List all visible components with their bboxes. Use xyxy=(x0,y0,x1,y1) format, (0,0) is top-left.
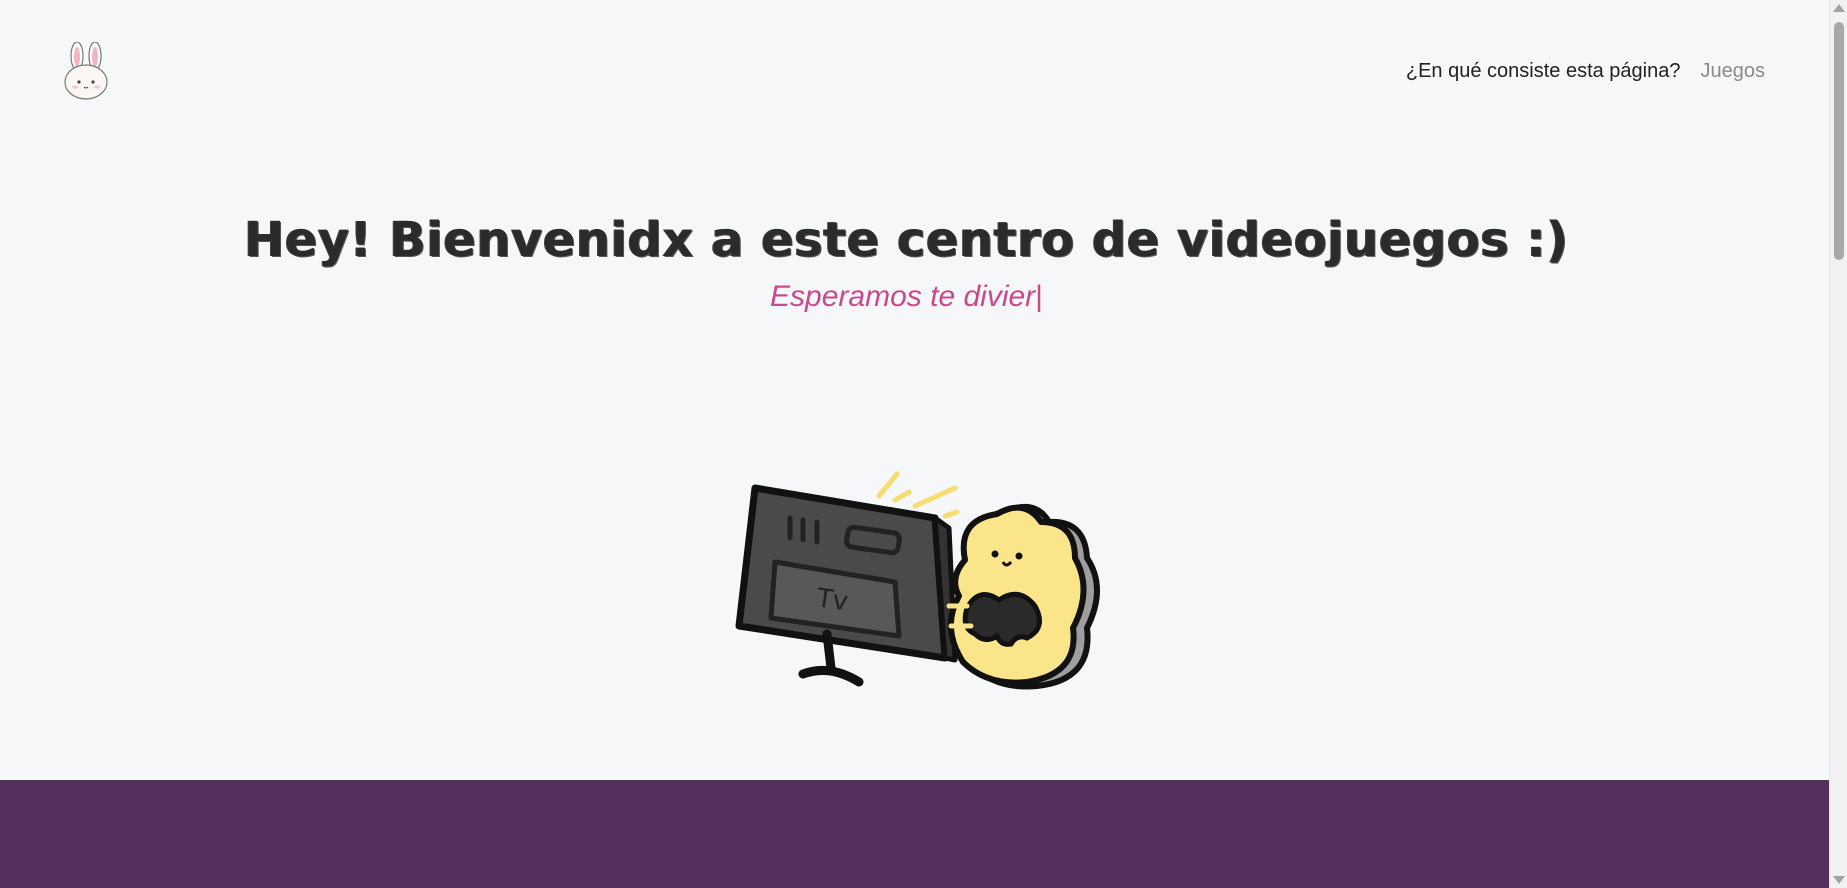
footer-band xyxy=(0,780,1829,888)
scrollbar-thumb[interactable] xyxy=(1834,22,1844,260)
tv-and-gamer-illustration: Tv xyxy=(735,471,1100,690)
tv-icon: Tv xyxy=(735,484,958,687)
page: ¿En qué consiste esta página? Juegos Hey… xyxy=(0,0,1847,888)
typing-caret: | xyxy=(1035,280,1043,313)
scroll-down-arrow-icon[interactable] xyxy=(1833,876,1845,884)
bunny-logo-icon[interactable] xyxy=(62,42,110,100)
scroll-up-arrow-icon[interactable] xyxy=(1833,4,1845,12)
main-nav: ¿En qué consiste esta página? Juegos xyxy=(1406,60,1765,83)
hero-subtitle: Esperamos te divier xyxy=(770,280,1036,313)
nav-link-games[interactable]: Juegos xyxy=(1701,60,1766,83)
gamer-creature-icon xyxy=(946,503,1100,690)
hero-title: Hey! Bienvenidx a este centro de videoju… xyxy=(244,212,1569,268)
hero-subtitle-wrap: Esperamos te divier| xyxy=(0,280,1813,314)
nav-link-about[interactable]: ¿En qué consiste esta página? xyxy=(1406,60,1681,83)
vertical-scrollbar[interactable] xyxy=(1829,0,1847,888)
svg-text:Tv: Tv xyxy=(814,583,850,617)
